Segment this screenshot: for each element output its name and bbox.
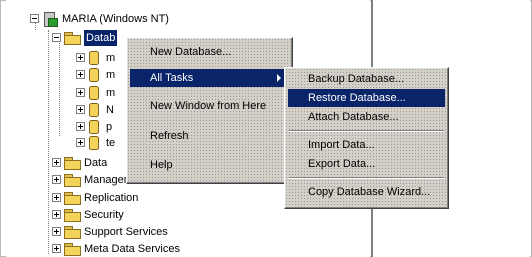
menu-item-new-window[interactable]: New Window from Here: [130, 97, 289, 115]
database-icon: [89, 86, 99, 100]
database-icon: [89, 136, 99, 150]
menu-item-refresh[interactable]: Refresh: [130, 127, 289, 145]
server-icon: [42, 12, 58, 27]
expand-icon[interactable]: [76, 70, 85, 79]
menu-item-label: All Tasks: [150, 72, 194, 84]
expand-icon[interactable]: [76, 122, 85, 131]
expand-icon[interactable]: [76, 53, 85, 62]
expand-icon[interactable]: [52, 175, 61, 184]
all-tasks-submenu: Backup Database... Restore Database... A…: [284, 67, 449, 209]
menu-item-all-tasks[interactable]: All Tasks: [130, 69, 289, 87]
expand-icon[interactable]: [52, 244, 61, 253]
expand-icon[interactable]: [52, 193, 61, 202]
database-label: p: [106, 121, 113, 133]
database-icon: [89, 51, 99, 65]
tree-node-server[interactable]: MARIA (Windows NT): [28, 11, 268, 27]
menu-item-help[interactable]: Help: [130, 156, 289, 174]
folder-icon: [64, 157, 81, 170]
database-icon: [89, 103, 99, 117]
expand-icon[interactable]: [52, 158, 61, 167]
menu-item-copy-database-wizard[interactable]: Copy Database Wizard...: [288, 183, 445, 201]
tree-line: [59, 36, 60, 136]
menu-item-new-database[interactable]: New Database...: [130, 43, 289, 61]
database-icon: [89, 68, 99, 82]
expand-icon[interactable]: [52, 210, 61, 219]
menu-separator: [289, 130, 444, 132]
context-menu: New Database... All Tasks New Window fro…: [126, 37, 293, 184]
tree-label: Data: [84, 157, 108, 169]
tree-label: Security: [84, 209, 124, 221]
collapse-icon[interactable]: [30, 14, 39, 23]
databases-label: Datab: [84, 30, 118, 46]
menu-item-backup-database[interactable]: Backup Database...: [288, 70, 445, 88]
tree-label: Meta Data Services: [84, 243, 180, 255]
submenu-arrow-icon: [277, 74, 281, 82]
menu-item-restore-database[interactable]: Restore Database...: [288, 89, 445, 107]
folder-icon: [64, 174, 81, 187]
folder-icon: [64, 243, 81, 256]
menu-separator: [289, 177, 444, 179]
tree-line: [48, 30, 49, 254]
expand-icon[interactable]: [76, 88, 85, 97]
database-label: te: [106, 137, 116, 149]
database-label: m: [106, 52, 116, 64]
server-label: MARIA (Windows NT): [62, 13, 169, 25]
folder-icon: [64, 226, 81, 239]
folder-icon: [64, 32, 81, 45]
menu-item-attach-database[interactable]: Attach Database...: [288, 108, 445, 126]
menu-item-import-data[interactable]: Import Data...: [288, 136, 445, 154]
folder-icon: [64, 192, 81, 205]
tree-label: Replication: [84, 192, 139, 204]
expand-icon[interactable]: [76, 138, 85, 147]
database-label: m: [106, 69, 116, 81]
tree-label: Support Services: [84, 226, 168, 238]
database-label: m: [106, 87, 116, 99]
folder-icon: [64, 209, 81, 222]
expand-icon[interactable]: [52, 227, 61, 236]
expand-icon[interactable]: [76, 105, 85, 114]
menu-item-export-data[interactable]: Export Data...: [288, 155, 445, 173]
collapse-icon[interactable]: [52, 33, 61, 42]
database-label: N: [106, 104, 114, 116]
database-icon: [89, 120, 99, 134]
